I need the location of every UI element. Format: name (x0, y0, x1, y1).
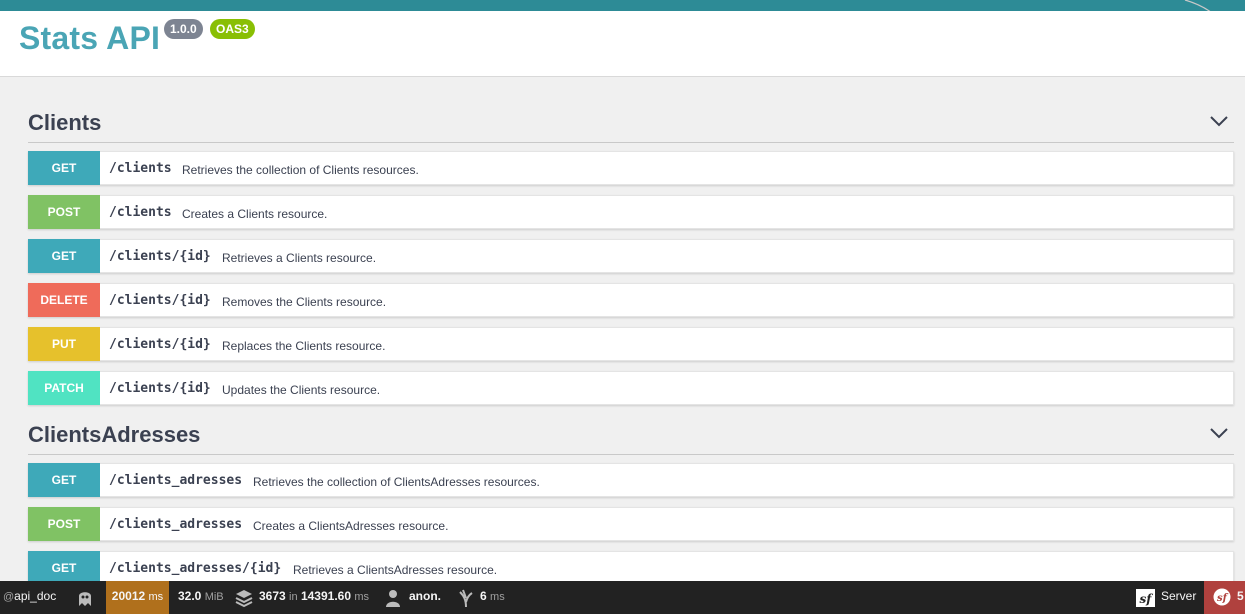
response-time-unit: ms (148, 591, 164, 603)
memory-panel[interactable]: 32.0 MiB (178, 581, 224, 614)
operation-path: /clients/{id} (109, 249, 211, 264)
memory-unit: MiB (204, 591, 224, 603)
route-name: api_doc (14, 589, 57, 603)
version-badge: 1.0.0 (164, 19, 203, 39)
cache-time: 14391.60 (300, 589, 352, 603)
twig-time: 6 (480, 589, 487, 603)
method-badge: GET (28, 551, 100, 581)
chevron-down-icon[interactable] (1208, 426, 1230, 440)
operation-description: Retrieves a ClientsAdresses resource. (293, 563, 498, 577)
method-badge: POST (28, 507, 100, 541)
ghost-icon[interactable] (76, 588, 94, 608)
operation-path: /clients/{id} (109, 381, 211, 396)
top-accent-bar (0, 0, 1245, 11)
chevron-down-icon[interactable] (1208, 114, 1230, 128)
api-header: Stats API 1.0.0 OAS3 (0, 11, 1245, 77)
error-count: 5 (1237, 589, 1244, 603)
symfony-circle-icon: sf (1213, 588, 1231, 606)
oas-badge: OAS3 (210, 19, 255, 39)
response-time-panel[interactable]: 20012 ms (106, 581, 169, 614)
cache-panel[interactable]: 3673 in 14391.60 ms (259, 581, 369, 614)
section-divider (28, 142, 1234, 143)
operation-path: /clients/{id} (109, 337, 211, 352)
operation-get-client-by-id[interactable]: GET /clients/{id} Retrieves a Clients re… (28, 239, 1234, 273)
api-title: Stats API (19, 20, 161, 56)
method-badge: GET (28, 151, 100, 185)
method-badge: GET (28, 239, 100, 273)
operation-path: /clients_adresses (109, 473, 243, 488)
user-name[interactable]: anon. (409, 581, 441, 614)
method-badge: DELETE (28, 283, 100, 317)
memory-value: 32.0 (178, 589, 202, 603)
operation-path: /clients/{id} (109, 293, 211, 308)
section-title-clients[interactable]: Clients (28, 110, 101, 136)
cache-calls: 3673 (259, 589, 286, 603)
operation-path: /clients (109, 161, 172, 176)
response-time-value: 20012 (111, 589, 146, 603)
method-badge: PATCH (28, 371, 100, 405)
twig-panel[interactable]: 6 ms (480, 581, 505, 614)
operation-description: Creates a Clients resource. (182, 207, 328, 221)
operation-get-clients-adresse-by-id[interactable]: GET /clients_adresses/{id} Retrieves a C… (28, 551, 1234, 581)
operation-post-clients-adresses[interactable]: POST /clients_adresses Creates a Clients… (28, 507, 1234, 541)
operation-description: Retrieves the collection of ClientsAdres… (253, 475, 540, 489)
symfony-logo-icon[interactable]: sf (1136, 588, 1155, 608)
operation-path: /clients_adresses (109, 517, 243, 532)
method-badge: GET (28, 463, 100, 497)
section-divider (28, 454, 1234, 455)
operation-description: Removes the Clients resource. (222, 295, 387, 309)
operations-panel: Clients GET /clients Retrieves the colle… (0, 77, 1245, 581)
operation-description: Retrieves the collection of Clients reso… (182, 163, 419, 177)
route-prefix: @ (3, 591, 15, 603)
operation-post-clients[interactable]: POST /clients Creates a Clients resource… (28, 195, 1234, 229)
operation-path: /clients (109, 205, 172, 220)
svg-text:sf: sf (1140, 592, 1154, 606)
error-panel[interactable]: sf 5 (1204, 581, 1245, 614)
operation-description: Retrieves a Clients resource. (222, 251, 377, 265)
server-label[interactable]: Server (1161, 581, 1196, 614)
cache-unit: ms (354, 591, 370, 603)
operation-put-client[interactable]: PUT /clients/{id} Replaces the Clients r… (28, 327, 1234, 361)
operation-description: Creates a ClientsAdresses resource. (253, 519, 449, 533)
method-badge: PUT (28, 327, 100, 361)
svg-text:sf: sf (1217, 593, 1229, 604)
operation-description: Replaces the Clients resource. (222, 339, 386, 353)
layers-icon[interactable] (235, 588, 253, 608)
operation-get-clients-adresses[interactable]: GET /clients_adresses Retrieves the coll… (28, 463, 1234, 497)
user-icon[interactable] (384, 588, 402, 608)
operation-delete-client[interactable]: DELETE /clients/{id} Removes the Clients… (28, 283, 1234, 317)
operation-patch-client[interactable]: PATCH /clients/{id} Updates the Clients … (28, 371, 1234, 405)
twig-unit: ms (490, 591, 505, 603)
method-badge: POST (28, 195, 100, 229)
operation-path: /clients_adresses/{id} (109, 561, 282, 576)
operation-get-clients[interactable]: GET /clients Retrieves the collection of… (28, 151, 1234, 185)
cache-in: in (289, 591, 298, 603)
twig-icon[interactable] (458, 588, 474, 608)
section-title-clients-adresses[interactable]: ClientsAdresses (28, 422, 200, 448)
operation-description: Updates the Clients resource. (222, 383, 381, 397)
route-info[interactable]: @api_doc (3, 581, 56, 614)
debug-toolbar: @api_doc 20012 ms 32.0 MiB 3673 in 14391… (0, 581, 1245, 614)
